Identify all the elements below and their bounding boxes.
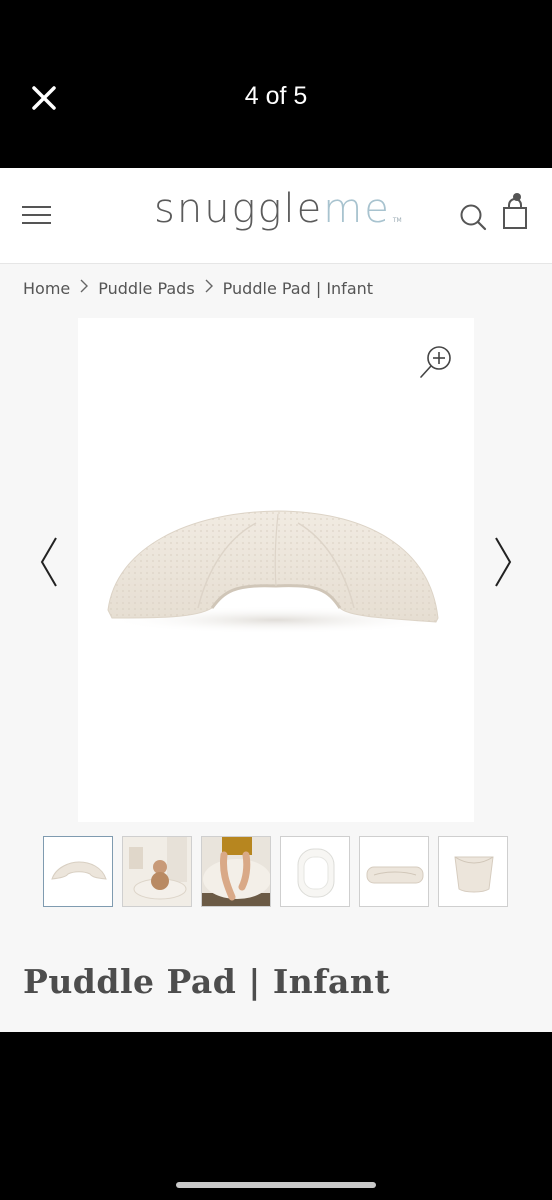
search-button[interactable]	[458, 202, 488, 232]
search-icon	[460, 204, 487, 231]
breadcrumb-separator-icon	[79, 279, 89, 297]
chevron-right-icon	[495, 537, 512, 587]
thumbnail-pad-side[interactable]	[359, 836, 429, 907]
shopping-bag-icon	[503, 193, 527, 229]
thumbnail-pad-front[interactable]	[43, 836, 113, 907]
breadcrumb-home[interactable]: Home	[23, 279, 70, 298]
home-indicator[interactable]	[176, 1182, 376, 1188]
product-page: snuggle me TM Home Puddle Pads Puddle Pa…	[0, 168, 552, 1032]
chevron-left-icon	[40, 537, 57, 587]
thumbnail-pad-top[interactable]	[280, 836, 350, 907]
cart-button[interactable]	[500, 192, 530, 232]
product-image-puddle-pad	[106, 510, 446, 634]
image-counter: 4 of 5	[244, 82, 308, 110]
logo-trademark: TM	[392, 217, 402, 224]
thumbnail-pad-folded[interactable]	[438, 836, 508, 907]
breadcrumb: Home Puddle Pads Puddle Pad | Infant	[23, 276, 373, 300]
menu-button[interactable]	[20, 200, 54, 230]
breadcrumb-separator-icon	[204, 279, 214, 297]
thumbnail-strip	[43, 836, 508, 907]
previous-image-button[interactable]	[32, 534, 66, 590]
logo-secondary-text: me	[323, 186, 391, 232]
product-image-gallery[interactable]	[78, 318, 474, 822]
thumbnail-baby-on-lounger[interactable]	[122, 836, 192, 907]
product-title: Puddle Pad | Infant	[23, 962, 391, 1001]
site-header: snuggle me TM	[0, 168, 552, 264]
menu-icon	[22, 206, 51, 224]
logo-primary-text: snuggle	[154, 186, 324, 232]
breadcrumb-puddle-pads[interactable]: Puddle Pads	[98, 279, 194, 298]
breadcrumb-current[interactable]: Puddle Pad | Infant	[223, 279, 373, 298]
image-viewer-top-bar: 4 of 5	[0, 0, 552, 168]
next-image-button[interactable]	[486, 534, 520, 590]
snuggleme-logo[interactable]: snuggle me TM	[154, 186, 402, 246]
thumbnail-baby-legs[interactable]	[201, 836, 271, 907]
